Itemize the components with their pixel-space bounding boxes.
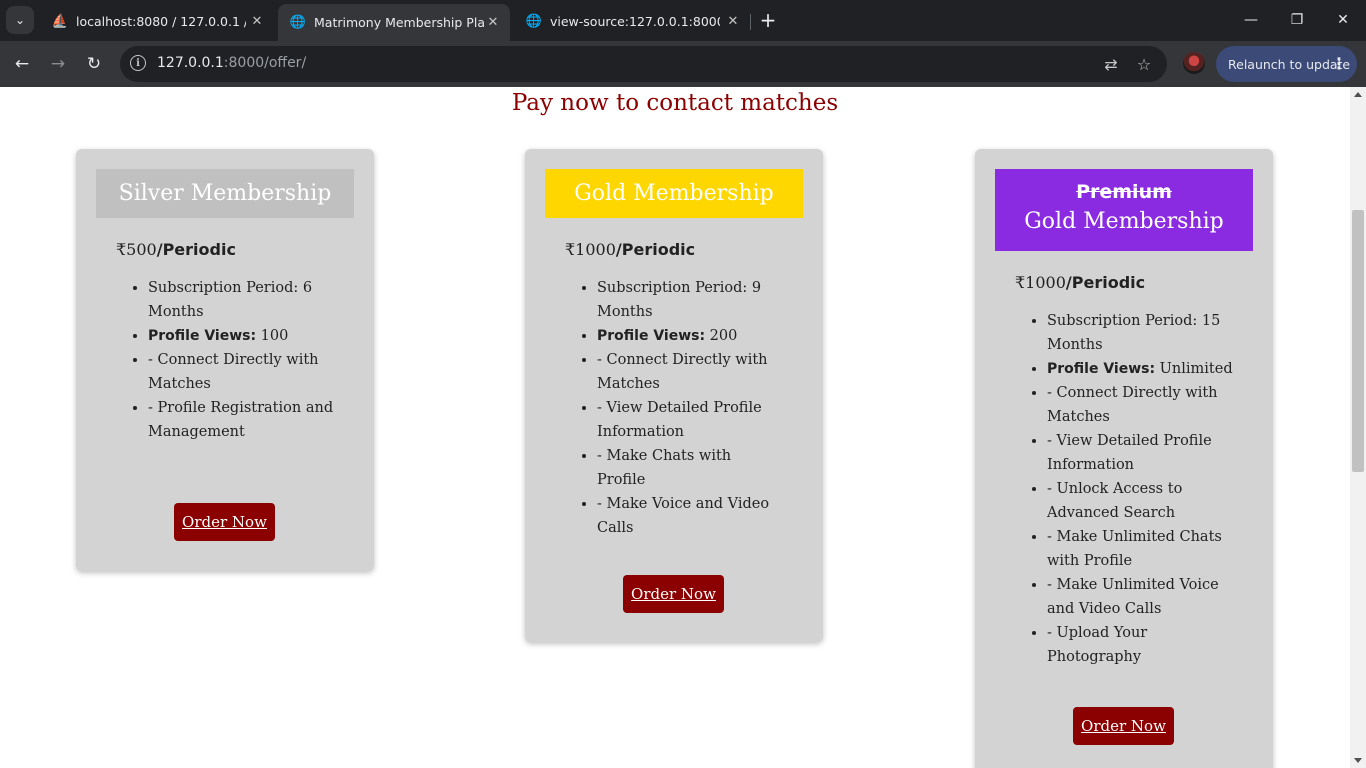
- scrollbar-thumb[interactable]: [1352, 210, 1364, 472]
- feature-item: - Make Unlimited Voice and Video Calls: [1047, 573, 1233, 621]
- feature-item: - View Detailed Profile Information: [597, 396, 783, 444]
- feature-item: - Make Chats with Profile: [597, 444, 783, 492]
- new-tab-button[interactable]: +: [756, 8, 780, 32]
- order-now-button[interactable]: Order Now: [174, 503, 275, 541]
- tab-label: view-source:127.0.0.1:8000/rea: [550, 13, 720, 29]
- browser-toolbar: ← → ↻ i 127.0.0.1:8000/offer/ ⇄ ☆ Relaun…: [0, 41, 1366, 87]
- feature-item: Profile Views: 100: [148, 324, 334, 348]
- tab-label: Matrimony Membership Plans: [314, 15, 484, 30]
- plan-title: Gold Membership: [545, 169, 803, 218]
- tab-label: localhost:8080 / 127.0.0.1 / db /: [76, 13, 246, 29]
- page-heading: Pay now to contact matches: [511, 90, 839, 116]
- forward-button[interactable]: →: [44, 50, 72, 78]
- tab-phpmyadmin[interactable]: ⛵ localhost:8080 / 127.0.0.1 / db / ✕: [40, 6, 274, 36]
- close-icon[interactable]: ✕: [724, 12, 742, 30]
- reload-button[interactable]: ↻: [80, 50, 108, 78]
- price-amount: ₹500: [116, 240, 157, 259]
- minimize-button[interactable]: —: [1236, 8, 1266, 32]
- plan-price: ₹1000/Periodic: [565, 240, 823, 259]
- page-viewport: Pay now to contact matches Silver Member…: [0, 87, 1350, 768]
- price-period: /Periodic: [615, 240, 696, 259]
- price-period: /Periodic: [1065, 273, 1146, 292]
- close-icon[interactable]: ✕: [248, 12, 266, 30]
- scroll-up-arrow-icon[interactable]: [1354, 92, 1362, 97]
- plan-card-gold: Gold Membership ₹1000/Periodic Subscript…: [525, 149, 823, 642]
- order-now-button[interactable]: Order Now: [1073, 707, 1174, 745]
- scroll-down-arrow-icon[interactable]: [1354, 758, 1362, 763]
- order-now-button[interactable]: Order Now: [623, 575, 724, 613]
- feature-item: - Connect Directly with Matches: [597, 348, 783, 396]
- profile-avatar[interactable]: [1183, 52, 1205, 74]
- plan-title-strikethrough: Premium: [1076, 181, 1172, 203]
- feature-item: Profile Views: 200: [597, 324, 783, 348]
- plan-title-text: Gold Membership: [1024, 209, 1224, 234]
- close-icon[interactable]: ✕: [484, 13, 502, 31]
- feature-item: Profile Views: Unlimited: [1047, 357, 1233, 381]
- globe-icon: 🌐: [525, 13, 543, 29]
- plan-card-premium-gold: Premium Gold Membership ₹1000/Periodic S…: [975, 149, 1273, 768]
- tab-membership-plans[interactable]: 🌐 Matrimony Membership Plans ✕: [278, 4, 510, 41]
- feature-item: - Profile Registration and Management: [148, 396, 334, 444]
- site-info-icon[interactable]: i: [130, 55, 146, 71]
- feature-item: - Connect Directly with Matches: [148, 348, 334, 396]
- plan-card-silver: Silver Membership ₹500/Periodic Subscrip…: [76, 149, 374, 571]
- feature-item: - Unlock Access to Advanced Search: [1047, 477, 1233, 525]
- plan-title-text: Gold Membership: [574, 181, 774, 206]
- feature-list: Subscription Period: 6 Months Profile Vi…: [76, 276, 374, 444]
- price-period: /Periodic: [156, 240, 236, 259]
- plan-title: Premium Gold Membership: [995, 169, 1253, 251]
- feature-item: Subscription Period: 9 Months: [597, 276, 783, 324]
- close-window-button[interactable]: ✕: [1328, 8, 1358, 32]
- back-button[interactable]: ←: [8, 50, 36, 78]
- plan-price: ₹500/Periodic: [116, 240, 374, 259]
- address-bar[interactable]: i 127.0.0.1:8000/offer/ ⇄ ☆: [120, 46, 1167, 82]
- feature-list: Subscription Period: 15 Months Profile V…: [975, 309, 1273, 669]
- feature-list: Subscription Period: 9 Months Profile Vi…: [525, 276, 823, 540]
- tab-view-source[interactable]: 🌐 view-source:127.0.0.1:8000/rea ✕: [514, 6, 750, 36]
- feature-item: - Connect Directly with Matches: [1047, 381, 1233, 429]
- plan-price: ₹1000/Periodic: [1015, 273, 1273, 292]
- kebab-menu-icon[interactable]: ⋮: [1331, 54, 1347, 73]
- feature-item: - View Detailed Profile Information: [1047, 429, 1233, 477]
- url-text[interactable]: 127.0.0.1:8000/offer/: [157, 55, 306, 71]
- phpmyadmin-icon: ⛵: [51, 13, 69, 29]
- globe-icon: 🌐: [289, 15, 307, 30]
- tab-search-button[interactable]: ⌄: [6, 6, 34, 34]
- price-amount: ₹1000: [565, 240, 616, 259]
- relaunch-button[interactable]: Relaunch to update ⋮: [1216, 46, 1357, 82]
- feature-item: - Make Unlimited Chats with Profile: [1047, 525, 1233, 573]
- tab-strip: ⌄ ⛵ localhost:8080 / 127.0.0.1 / db / ✕ …: [0, 0, 1366, 41]
- restore-button[interactable]: ❐: [1282, 8, 1312, 32]
- bookmark-star-icon[interactable]: ☆: [1132, 52, 1156, 76]
- translate-icon[interactable]: ⇄: [1099, 52, 1123, 76]
- feature-item: - Upload Your Photography: [1047, 621, 1233, 669]
- feature-item: Subscription Period: 6 Months: [148, 276, 334, 324]
- feature-item: - Make Voice and Video Calls: [597, 492, 783, 540]
- feature-item: Subscription Period: 15 Months: [1047, 309, 1233, 357]
- plan-title: Silver Membership: [96, 169, 354, 218]
- tab-separator: [750, 14, 751, 30]
- plan-title-text: Silver Membership: [118, 181, 332, 206]
- price-amount: ₹1000: [1015, 273, 1066, 292]
- page-scrollbar[interactable]: [1350, 87, 1366, 768]
